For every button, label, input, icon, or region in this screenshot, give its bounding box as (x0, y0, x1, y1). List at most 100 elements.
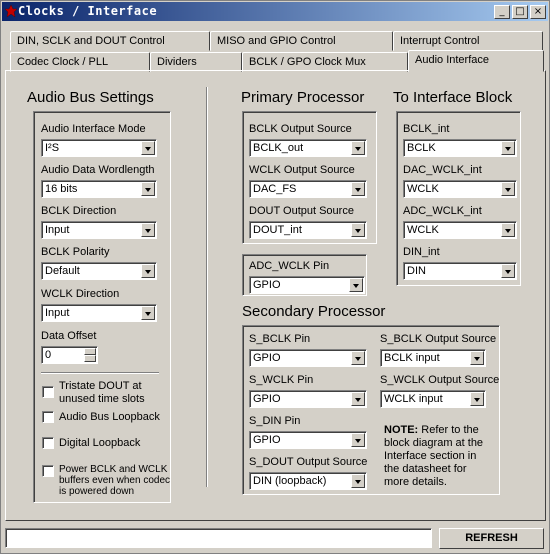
tab-audio-interface[interactable]: Audio Interface (408, 50, 544, 72)
dac-wclk-int-select[interactable]: WCLK (403, 180, 517, 198)
primary-heading: Primary Processor (241, 89, 365, 106)
tab-din-sclk-dout[interactable]: DIN, SCLK and DOUT Control (10, 31, 210, 51)
divider (41, 372, 159, 374)
s-din-pin-label: S_DIN Pin (249, 415, 301, 427)
chevron-down-icon (470, 351, 484, 365)
s-wclk-pin-select[interactable]: GPIO (249, 390, 367, 408)
wordlength-select[interactable]: 16 bits (41, 180, 157, 198)
bclk-output-label: BCLK Output Source (249, 123, 352, 135)
s-wclk-pin-label: S_WCLK Pin (249, 374, 314, 386)
audio-bus-group: Audio Interface Mode I²S Audio Data Word… (33, 111, 171, 503)
chevron-down-icon (351, 474, 365, 488)
audio-bus-loopback-checkbox[interactable] (42, 411, 54, 423)
secondary-group: S_BCLK Pin GPIO S_WCLK Pin GPIO S_DIN Pi… (242, 325, 500, 495)
secondary-heading: Secondary Processor (242, 303, 386, 320)
din-int-label: DIN_int (403, 246, 440, 258)
tab-content-audio-interface: Audio Bus Settings Audio Interface Mode … (5, 70, 546, 521)
dout-output-select[interactable]: DOUT_int (249, 221, 367, 239)
chevron-down-icon (141, 141, 155, 155)
chevron-down-icon (501, 141, 515, 155)
wclk-direction-label: WCLK Direction (41, 288, 120, 300)
title-bar: Clocks / Interface _ □ × (2, 2, 548, 21)
vertical-divider (206, 87, 208, 487)
bclk-output-select[interactable]: BCLK_out (249, 139, 367, 157)
chevron-down-icon (470, 392, 484, 406)
bclk-polarity-select[interactable]: Default (41, 262, 157, 280)
tab-codec-clock-pll[interactable]: Codec Clock / PLL (10, 52, 150, 72)
chevron-down-icon (351, 433, 365, 447)
note-line-2: block diagram at the (384, 437, 484, 449)
chevron-down-icon (351, 141, 365, 155)
tab-bclk-gpo-clock-mux[interactable]: BCLK / GPO Clock Mux (242, 52, 408, 72)
chevron-down-icon (351, 351, 365, 365)
data-offset-spinner[interactable]: 0 (41, 346, 98, 364)
adc-wclk-pin-select[interactable]: GPIO (249, 276, 365, 294)
mode-label: Audio Interface Mode (41, 123, 146, 135)
note-bold: NOTE: (384, 424, 419, 436)
chevron-down-icon (141, 306, 155, 320)
power-buffers-checkbox[interactable] (42, 465, 54, 477)
chevron-down-icon (141, 264, 155, 278)
adc-wclk-int-select[interactable]: WCLK (403, 221, 517, 239)
dac-wclk-int-label: DAC_WCLK_int (403, 164, 482, 176)
chevron-down-icon (501, 223, 515, 237)
s-dout-output-label: S_DOUT Output Source (249, 456, 368, 468)
power-label-2: buffers even when codec (59, 475, 171, 486)
note-line-5: more details. (384, 476, 447, 488)
tristate-label-2: unused time slots (59, 393, 145, 405)
wclk-output-label: WCLK Output Source (249, 164, 355, 176)
chevron-down-icon (349, 278, 363, 292)
s-dout-output-select[interactable]: DIN (loopback) (249, 472, 367, 490)
primary-group: BCLK Output Source BCLK_out WCLK Output … (242, 111, 377, 244)
note-text: NOTE: Refer to the block diagram at the … (384, 424, 499, 489)
bclk-direction-label: BCLK Direction (41, 205, 117, 217)
s-bclk-pin-select[interactable]: GPIO (249, 349, 367, 367)
close-button[interactable]: × (530, 5, 546, 19)
chevron-down-icon (141, 223, 155, 237)
s-bclk-pin-label: S_BCLK Pin (249, 333, 311, 345)
bclk-int-label: BCLK_int (403, 123, 450, 135)
s-wclk-output-label: S_WCLK Output Source (380, 374, 500, 386)
s-bclk-output-select[interactable]: BCLK input (380, 349, 486, 367)
tab-miso-gpio[interactable]: MISO and GPIO Control (210, 31, 393, 51)
spinner-arrows-icon[interactable] (84, 348, 96, 362)
refresh-button[interactable]: REFRESH (439, 528, 544, 549)
interface-block-heading: To Interface Block (393, 89, 513, 106)
bclk-int-select[interactable]: BCLK (403, 139, 517, 157)
s-bclk-output-label: S_BCLK Output Source (380, 333, 497, 345)
chevron-down-icon (351, 182, 365, 196)
bclk-polarity-label: BCLK Polarity (41, 246, 110, 258)
digital-loopback-label: Digital Loopback (59, 437, 141, 449)
tab-row-bottom: Codec Clock / PLL Dividers BCLK / GPO Cl… (5, 50, 546, 72)
tab-interrupt[interactable]: Interrupt Control (393, 31, 543, 51)
note-line-4: the datasheet for (384, 463, 467, 475)
adc-wclk-group: ADC_WCLK Pin GPIO (242, 254, 367, 296)
s-wclk-output-select[interactable]: WCLK input (380, 390, 486, 408)
maximize-button[interactable]: □ (512, 5, 528, 19)
chevron-down-icon (351, 223, 365, 237)
power-label-3: is powered down (59, 486, 135, 497)
din-int-select[interactable]: DIN (403, 262, 517, 280)
tristate-checkbox[interactable] (42, 386, 54, 398)
mode-select[interactable]: I²S (41, 139, 157, 157)
dout-output-label: DOUT Output Source (249, 205, 354, 217)
status-field[interactable] (5, 528, 432, 548)
tab-dividers[interactable]: Dividers (150, 52, 242, 72)
wclk-output-select[interactable]: DAC_FS (249, 180, 367, 198)
wordlength-label: Audio Data Wordlength (41, 164, 155, 176)
wclk-direction-select[interactable]: Input (41, 304, 157, 322)
tab-row-top: DIN, SCLK and DOUT Control MISO and GPIO… (5, 31, 546, 51)
note-line-1: Refer to the (418, 424, 479, 436)
minimize-button[interactable]: _ (494, 5, 510, 19)
note-line-3: Interface section in (384, 450, 477, 462)
window-title: Clocks / Interface (18, 4, 158, 18)
bclk-direction-select[interactable]: Input (41, 221, 157, 239)
chevron-down-icon (501, 264, 515, 278)
s-din-pin-select[interactable]: GPIO (249, 431, 367, 449)
app-icon (4, 4, 18, 18)
chevron-down-icon (351, 392, 365, 406)
adc-wclk-int-label: ADC_WCLK_int (403, 205, 482, 217)
digital-loopback-checkbox[interactable] (42, 437, 54, 449)
audio-bus-heading: Audio Bus Settings (27, 89, 154, 106)
data-offset-label: Data Offset (41, 330, 97, 342)
